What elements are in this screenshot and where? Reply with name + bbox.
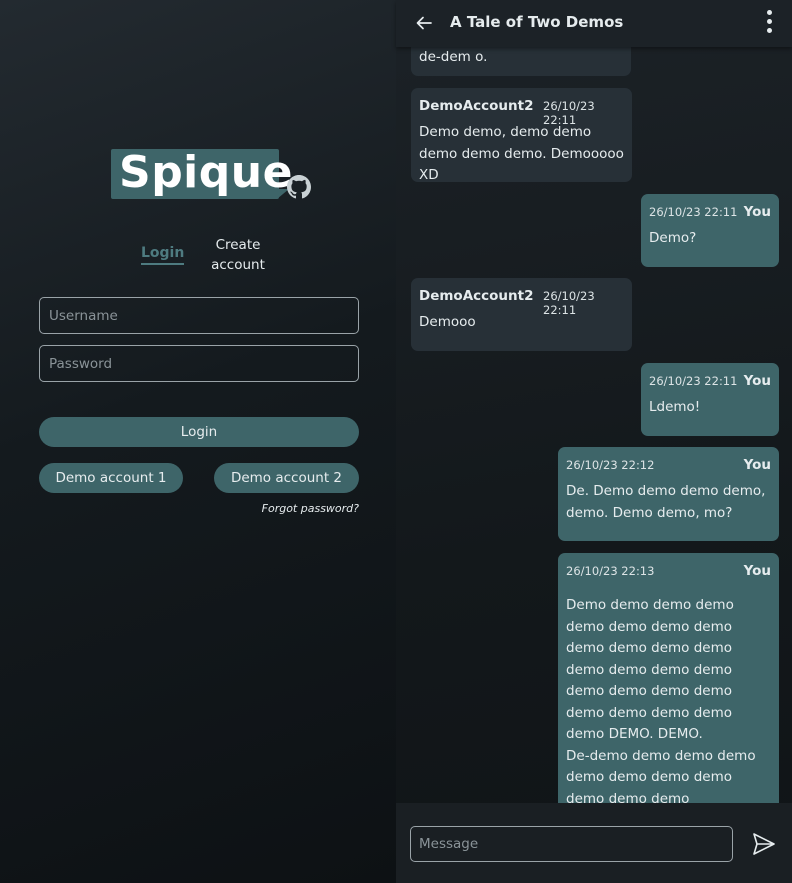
message-list[interactable]: de-dem o. DemoAccount2 26/10/23 22:11 De…	[396, 47, 792, 803]
demo-account-2-button[interactable]: Demo account 2	[214, 463, 359, 493]
tab-login[interactable]: Login	[141, 245, 185, 265]
message-body: Demo demo, demo demo demo demo demo. Dem…	[419, 124, 629, 183]
kebab-menu-icon[interactable]	[765, 10, 773, 38]
message-timestamp: 26/10/23 22:11	[543, 289, 595, 317]
logo-text: Spique	[119, 147, 293, 198]
arrow-left-icon[interactable]	[414, 13, 434, 33]
message-body: de-dem o.	[419, 49, 488, 65]
message-author: You	[743, 373, 771, 389]
chat-panel: A Tale of Two Demos de-dem o. DemoAccoun…	[396, 0, 792, 883]
message-author: You	[743, 457, 771, 473]
forgot-password-link[interactable]: Forgot password?	[250, 502, 359, 515]
message-timestamp: 26/10/23 22:12	[566, 458, 655, 472]
message-timestamp: 26/10/23 22:13	[566, 564, 655, 578]
login-button[interactable]: Login	[39, 417, 359, 447]
demo-account-1-button[interactable]: Demo account 1	[39, 463, 183, 493]
github-icon[interactable]	[287, 175, 311, 199]
message-author: You	[743, 563, 771, 579]
chat-title: A Tale of Two Demos	[450, 13, 624, 31]
message-bubble-outgoing: 26/10/23 22:12 You De. Demo demo demo de…	[558, 447, 779, 541]
message-input[interactable]	[410, 826, 733, 862]
message-bubble-incoming: de-dem o.	[411, 47, 631, 76]
message-body: De. Demo demo demo demo, demo. Demo demo…	[566, 483, 770, 521]
message-timestamp: 26/10/23 22:11	[543, 99, 595, 127]
chat-header: A Tale of Two Demos	[396, 0, 792, 47]
message-timestamp: 26/10/23 22:11	[649, 205, 738, 219]
message-bubble-outgoing: 26/10/23 22:11 You Ldemo!	[641, 363, 779, 436]
message-bubble-outgoing: 26/10/23 22:13 You Demo demo demo demo d…	[558, 553, 779, 803]
message-author: DemoAccount2	[419, 98, 534, 114]
send-icon[interactable]	[751, 831, 777, 857]
message-body: Demo demo demo demo demo demo demo demo …	[566, 597, 756, 803]
message-composer	[396, 803, 792, 883]
message-body: Ldemo!	[649, 399, 701, 415]
message-bubble-incoming: DemoAccount2 26/10/23 22:11 Demo demo, d…	[411, 88, 632, 183]
message-body: Demo?	[649, 230, 697, 246]
message-author: DemoAccount2	[419, 288, 534, 304]
message-timestamp: 26/10/23 22:11	[649, 374, 738, 388]
message-author: You	[743, 204, 771, 220]
tab-create-account[interactable]: Create account	[204, 235, 272, 275]
message-bubble-incoming: DemoAccount2 26/10/23 22:11 Demooo	[411, 278, 632, 351]
login-panel: Spique Login Create account Login Demo a…	[0, 0, 396, 883]
username-input[interactable]	[39, 297, 359, 334]
password-input[interactable]	[39, 345, 359, 382]
message-bubble-outgoing: 26/10/23 22:11 You Demo?	[641, 194, 779, 267]
